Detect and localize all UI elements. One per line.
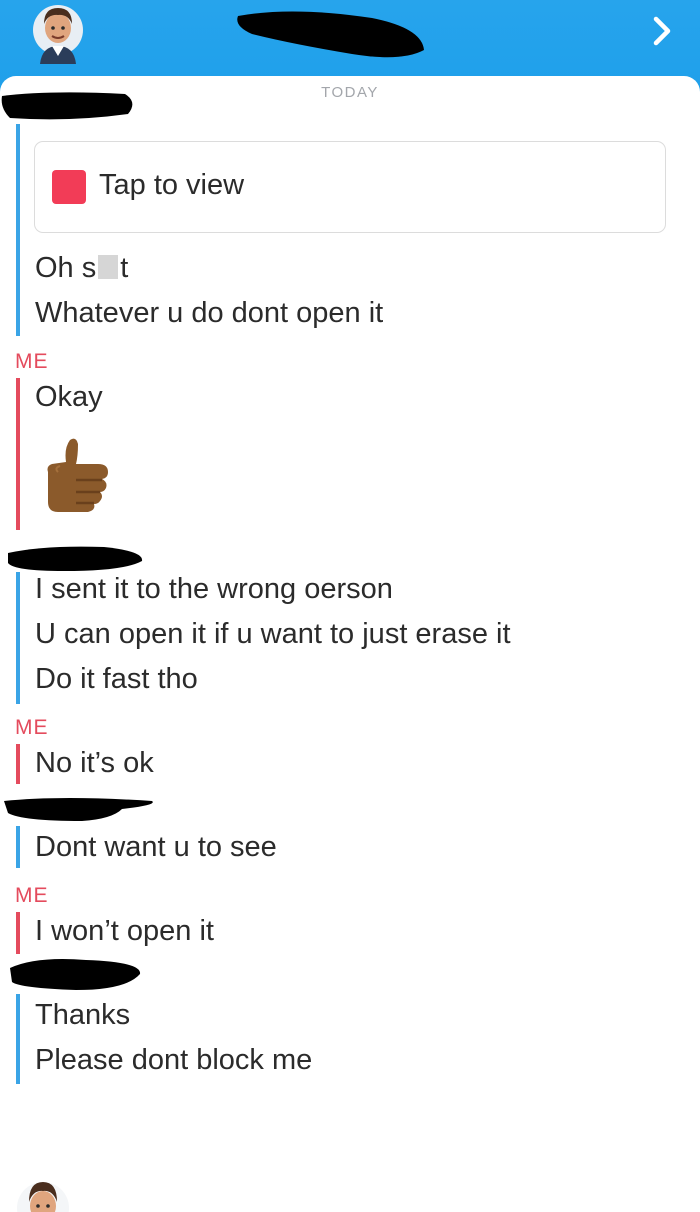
me-message-bar [16, 912, 20, 954]
chat-message: No it’s ok [35, 747, 154, 779]
redacted-sender-name [4, 798, 153, 821]
chat-message: Please dont block me [35, 1044, 313, 1076]
chevron-right-icon[interactable] [648, 14, 676, 48]
me-message-bar [16, 378, 20, 530]
chat-message: Oh s t [35, 252, 128, 285]
bitmoji-avatar-icon[interactable] [32, 2, 84, 64]
redacted-contact-name [237, 11, 424, 58]
redacted-sender-name [1, 92, 133, 120]
chat-message: Okay [35, 381, 103, 413]
chat-message: I won’t open it [35, 915, 214, 947]
me-message-bar [16, 744, 20, 784]
chat-message: Thanks [35, 999, 131, 1031]
message-text: Oh s [35, 252, 97, 284]
bitmoji-avatar-icon [17, 1182, 69, 1212]
redacted-sender-name [10, 959, 141, 990]
friend-message-bar [16, 124, 20, 336]
redacted-sender-name [8, 546, 143, 571]
snap-label: Tap to view [99, 169, 245, 201]
snap-message[interactable]: Tap to view [34, 141, 666, 233]
thumbs-up-icon [47, 438, 108, 512]
sender-label-me: ME [15, 716, 49, 739]
friend-message-bar [16, 572, 20, 704]
chat-message: Dont want u to see [35, 831, 277, 863]
chat-message: I sent it to the wrong oerson [35, 573, 393, 605]
snap-icon [52, 170, 86, 204]
friend-message-bar [16, 994, 20, 1084]
friend-message-bar [16, 826, 20, 868]
chat-message: U can open it if u want to just erase it [35, 618, 511, 650]
censored-letters [98, 255, 119, 279]
sender-label-me: ME [15, 350, 49, 373]
message-text: t [120, 252, 129, 284]
sender-label-me: ME [15, 884, 49, 907]
chat-message: Do it fast tho [35, 663, 198, 695]
chat-message: Whatever u do dont open it [35, 297, 384, 329]
